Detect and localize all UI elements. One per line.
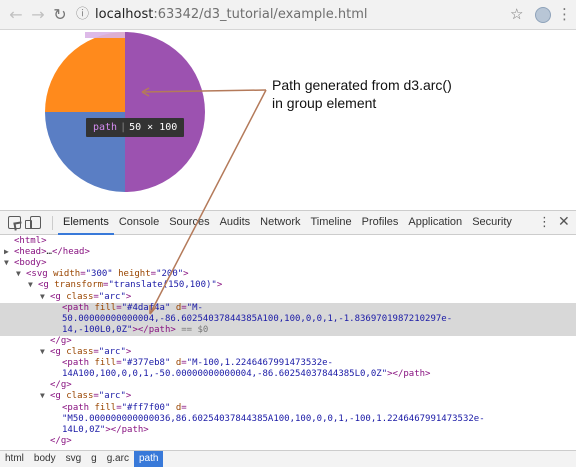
expand-triangle-icon[interactable]: ▶	[4, 247, 12, 258]
tab-profiles[interactable]: Profiles	[357, 211, 404, 235]
tab-audits[interactable]: Audits	[215, 211, 256, 235]
dom-node-text: <html>	[14, 236, 47, 246]
collapse-triangle-icon[interactable]: ▼	[40, 391, 48, 402]
dom-node-line[interactable]: ▼ <g class="arc">	[0, 391, 576, 402]
breadcrumb-item[interactable]: g.arc	[102, 451, 134, 467]
devtools-panel: Elements Console Sources Audits Network Timel…	[0, 210, 576, 467]
devtools-tabs: Elements Console Sources Audits Network Timel…	[58, 211, 517, 235]
address-bar: ← → ↻ ⓘ localhost:63342/d3_tutorial/examp…	[0, 0, 576, 30]
toolbar-divider	[52, 216, 53, 230]
breadcrumb-item[interactable]: html	[0, 451, 29, 467]
dom-node-text: <head>…</head>	[14, 247, 90, 258]
pie-slice	[125, 32, 205, 192]
tooltip-tag: path	[93, 122, 118, 133]
dom-node-line[interactable]: 50.00000000000004,-86.60254037844385A100…	[0, 313, 576, 325]
tab-timeline[interactable]: Timeline	[306, 211, 357, 235]
collapse-triangle-icon[interactable]: ▼	[40, 292, 48, 303]
collapse-triangle-icon[interactable]: ▼	[4, 258, 12, 269]
back-arrow-icon[interactable]: ←	[6, 5, 26, 25]
reload-icon[interactable]: ↻	[50, 5, 70, 25]
tab-network[interactable]: Network	[255, 211, 305, 235]
breadcrumb: html body svg g g.arc path	[0, 450, 576, 467]
url-host: localhost	[95, 7, 154, 22]
collapse-triangle-icon[interactable]: ▼	[16, 269, 24, 280]
close-icon[interactable]: ✕	[558, 214, 570, 230]
breadcrumb-item[interactable]: svg	[61, 451, 87, 467]
collapse-triangle-icon[interactable]: ▼	[28, 280, 36, 291]
dom-node-line[interactable]: ▶ <head>…</head>	[0, 247, 576, 258]
dom-node-text: <path fill="#ff7f00" d=	[62, 402, 187, 413]
dom-node-text: 14L0,0Z"></path>	[62, 424, 149, 435]
dom-node-line[interactable]: </g>	[0, 336, 576, 347]
device-mode-icon[interactable]	[25, 216, 41, 229]
dom-node-line[interactable]: 14A100,100,0,0,1,-50.00000000000004,-86.…	[0, 369, 576, 380]
dom-node-text: 14A100,100,0,0,1,-50.00000000000004,-86.…	[62, 369, 431, 380]
dom-node-line[interactable]: </g>	[0, 436, 576, 447]
dom-node-text: <g class="arc">	[50, 291, 132, 302]
tab-console[interactable]: Console	[114, 211, 164, 235]
devtools-toolbar: Elements Console Sources Audits Network Timel…	[0, 210, 576, 235]
highlight-overlay	[85, 32, 125, 38]
dom-node-line[interactable]: ▼ <svg width="300" height="200">	[0, 269, 576, 280]
dom-node-line[interactable]: 14,-100L0,0Z"></path> == $0	[0, 324, 576, 336]
tab-application[interactable]: Application	[403, 211, 467, 235]
tab-sources[interactable]: Sources	[164, 211, 214, 235]
page-content: path | 50 × 100 Path generated from d3.arc…	[0, 30, 576, 210]
profile-avatar[interactable]	[535, 7, 551, 23]
dom-node-line[interactable]: 14L0,0Z"></path>	[0, 425, 576, 436]
dom-node-text: "M50.000000000000036,86.60254037844385A1…	[62, 413, 485, 424]
dom-node-text: <path fill="#4daf4a" d="M-	[62, 302, 203, 313]
dom-node-text: <body>	[14, 258, 47, 269]
dom-node-line[interactable]: ▼ <body>	[0, 258, 576, 269]
browser-menu-icon[interactable]: ⋮	[557, 5, 572, 23]
url-path: :63342/d3_tutorial/example.html	[153, 7, 368, 22]
dom-node-text: <svg width="300" height="200">	[26, 269, 189, 280]
dom-node-text: 50.00000000000004,-86.60254037844385A100…	[62, 313, 453, 324]
dom-node-text: <g class="arc">	[50, 391, 132, 402]
dom-node-line[interactable]: <path fill="#4daf4a" d="M-	[0, 302, 576, 314]
url-field[interactable]: ⓘ localhost:63342/d3_tutorial/example.htm…	[76, 4, 532, 26]
pie-slice	[45, 32, 125, 112]
devtools-menu-icon[interactable]: ⋮	[538, 215, 551, 230]
element-tooltip: path | 50 × 100	[86, 118, 185, 137]
dom-node-text: <g class="arc">	[50, 347, 132, 357]
tooltip-size: 50 × 100	[129, 122, 178, 133]
page-info-icon[interactable]: ⓘ	[76, 7, 89, 22]
dom-node-line[interactable]: <path fill="#ff7f00" d=	[0, 403, 576, 414]
dom-node-text: <path fill="#377eb8" d="M-100,1.22464679…	[62, 358, 333, 369]
breadcrumb-item[interactable]: body	[29, 451, 61, 467]
dom-node-line[interactable]: ▼ <g transform="translate(150,100)">	[0, 280, 576, 291]
elements-tree: <html> ▶ <head>…</head> ▼ <body> ▼ <svg width=…	[0, 235, 576, 449]
dom-node-text: </g>	[50, 380, 72, 391]
breadcrumb-item[interactable]: path	[133, 451, 164, 467]
dom-node-line[interactable]: ▼ <g class="arc">	[0, 347, 576, 358]
dom-node-text: </g>	[50, 435, 72, 446]
dom-node-line[interactable]: <html>	[0, 236, 576, 247]
forward-arrow-icon[interactable]: →	[28, 5, 48, 25]
tab-security[interactable]: Security	[467, 211, 517, 235]
dom-node-text: </g>	[50, 335, 72, 346]
dom-node-text: 14,-100L0,0Z"></path> == $0	[62, 324, 209, 335]
collapse-triangle-icon[interactable]: ▼	[40, 347, 48, 358]
dom-node-line[interactable]: "M50.000000000000036,86.60254037844385A1…	[0, 414, 576, 425]
annotation-text: Path generated from d3.arc() in group el…	[272, 77, 452, 111]
breadcrumb-item[interactable]: g	[86, 451, 102, 467]
inspect-element-icon[interactable]	[8, 216, 21, 229]
dom-node-text: <g transform="translate(150,100)">	[38, 280, 223, 291]
bookmark-star-icon[interactable]: ☆	[510, 5, 523, 23]
tab-elements[interactable]: Elements	[58, 211, 114, 235]
dom-node-line[interactable]: ▼ <g class="arc">	[0, 292, 576, 303]
dom-node-line[interactable]: <path fill="#377eb8" d="M-100,1.22464679…	[0, 358, 576, 369]
dom-node-line[interactable]: </g>	[0, 380, 576, 391]
